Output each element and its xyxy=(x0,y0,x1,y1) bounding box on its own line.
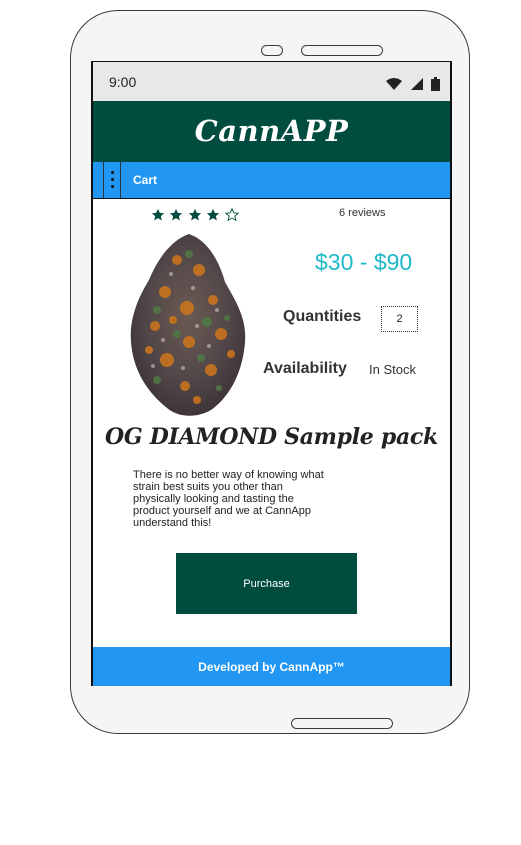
status-icons xyxy=(382,75,440,93)
stage: 9:00 CannAPP Cart 6 reviews $30 - $90 Qu… xyxy=(0,0,521,845)
wifi-icon xyxy=(386,77,403,90)
cell-signal-icon xyxy=(410,77,423,90)
star-outline-icon xyxy=(224,208,239,222)
product-name: OG DIAMOND Sample pack xyxy=(105,424,438,450)
app-header: CannAPP xyxy=(93,101,450,162)
quantity-input[interactable]: 2 xyxy=(381,306,418,332)
vertical-dots-menu-icon[interactable] xyxy=(103,162,121,198)
footer: Developed by CannApp™ xyxy=(93,647,450,686)
footer-text: Developed by CannApp™ xyxy=(198,660,345,674)
availability-label: Availability xyxy=(263,360,347,377)
availability-value: In Stock xyxy=(369,362,416,377)
star-filled-icon xyxy=(188,208,202,221)
product-description: There is no better way of knowing what s… xyxy=(133,469,324,529)
star-filled-icon xyxy=(170,208,183,221)
star-filled-icon xyxy=(151,208,165,221)
product-image xyxy=(130,234,246,416)
phone-camera xyxy=(261,45,283,56)
phone-screen: 9:00 CannAPP Cart 6 reviews $30 - $90 Qu… xyxy=(91,61,452,686)
reviews-count[interactable]: 6 reviews xyxy=(339,207,385,219)
app-title: CannAPP xyxy=(194,114,349,148)
price-range: $30 - $90 xyxy=(315,249,413,275)
nav-cart-link[interactable]: Cart xyxy=(133,173,157,187)
star-rating xyxy=(151,208,239,227)
status-time: 9:00 xyxy=(109,74,137,90)
phone-home-button[interactable] xyxy=(291,718,393,729)
purchase-button[interactable]: Purchase xyxy=(176,553,357,614)
nav-bar: Cart xyxy=(93,162,450,199)
star-filled-icon xyxy=(207,208,220,221)
quantity-label: Quantities xyxy=(283,308,362,325)
phone-speaker xyxy=(301,45,383,56)
status-bar: 9:00 xyxy=(93,62,450,101)
battery-icon xyxy=(431,76,440,91)
